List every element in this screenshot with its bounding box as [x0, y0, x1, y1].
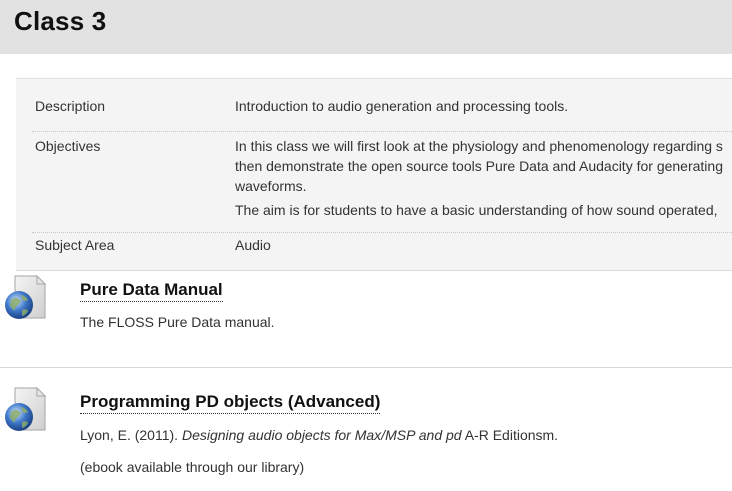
- objectives-label: Objectives: [35, 138, 101, 154]
- objectives-line: In this class we will first look at the …: [235, 138, 723, 154]
- objectives-line: waveforms.: [235, 178, 307, 194]
- page-header: Class 3: [0, 0, 732, 54]
- web-document-icon[interactable]: [3, 386, 47, 434]
- list-item: Programming PD objects (Advanced) Lyon, …: [0, 384, 732, 491]
- row-separator: [32, 131, 732, 132]
- objectives-value: In this class we will first look at the …: [235, 136, 732, 220]
- item-title-link[interactable]: Pure Data Manual: [80, 280, 223, 302]
- class-details-panel: Description Introduction to audio genera…: [16, 78, 732, 271]
- objectives-line: then demonstrate the open source tools P…: [235, 158, 723, 174]
- citation-title: Designing audio objects for Max/MSP and …: [181, 427, 462, 443]
- row-separator: [32, 232, 732, 233]
- subject-area-label: Subject Area: [35, 237, 115, 253]
- item-description: The FLOSS Pure Data manual.: [80, 314, 275, 330]
- page: Class 3 Description Introduction to audi…: [0, 0, 732, 491]
- citation-publisher: A-R Editionsm.: [461, 427, 559, 443]
- subject-area-value: Audio: [235, 237, 271, 253]
- objectives-paragraph: The aim is for students to have a basic …: [235, 202, 718, 218]
- web-document-icon[interactable]: [3, 274, 47, 322]
- item-note: (ebook available through our library): [80, 459, 305, 475]
- description-label: Description: [35, 98, 106, 114]
- page-title: Class 3: [14, 6, 107, 36]
- description-value: Introduction to audio generation and pro…: [235, 98, 569, 114]
- item-citation: Lyon, E. (2011). Designing audio objects…: [80, 427, 558, 443]
- item-title-link[interactable]: Programming PD objects (Advanced): [80, 392, 381, 414]
- list-item: Pure Data Manual The FLOSS Pure Data man…: [0, 272, 732, 368]
- citation-author: Lyon, E. (2011).: [80, 427, 182, 443]
- divider: [0, 367, 732, 368]
